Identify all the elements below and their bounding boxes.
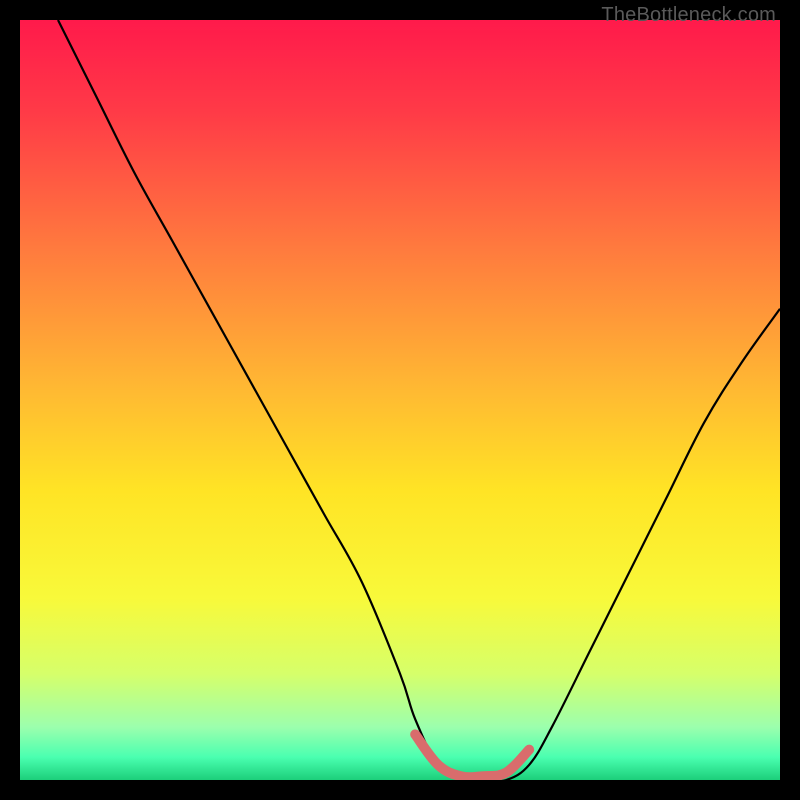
chart-background: [20, 20, 780, 780]
chart-frame: [20, 20, 780, 780]
watermark-text: TheBottleneck.com: [601, 4, 776, 27]
bottleneck-chart: [20, 20, 780, 780]
